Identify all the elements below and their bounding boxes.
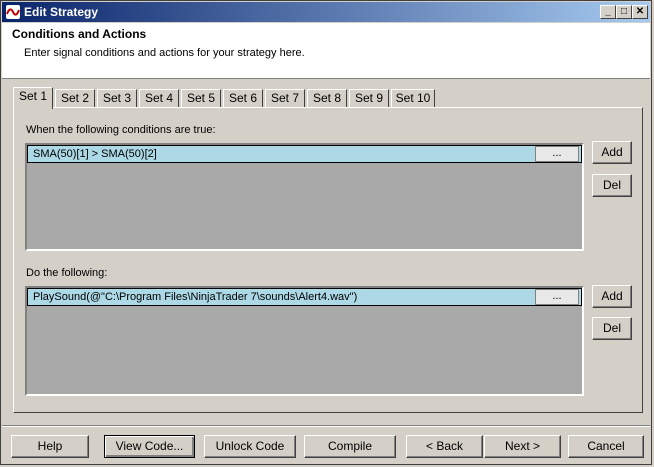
- compile-button[interactable]: Compile: [304, 435, 396, 458]
- set-1-panel: When the following conditions are true: …: [13, 107, 643, 413]
- cancel-button[interactable]: Cancel: [568, 435, 644, 458]
- next-button[interactable]: Next >: [484, 435, 561, 458]
- close-button[interactable]: ✕: [632, 5, 648, 19]
- title-bar[interactable]: Edit Strategy _ □ ✕: [2, 2, 650, 22]
- tab-set-1[interactable]: Set 1: [13, 87, 53, 109]
- action-row[interactable]: PlaySound(@"C:\Program Files\NinjaTrader…: [27, 288, 582, 306]
- tab-set-2[interactable]: Set 2: [55, 89, 95, 108]
- window-title: Edit Strategy: [24, 5, 99, 19]
- tab-set-9[interactable]: Set 9: [349, 89, 389, 108]
- unlock-code-button[interactable]: Unlock Code: [204, 435, 296, 458]
- add-action-button[interactable]: Add: [592, 285, 632, 308]
- del-condition-button[interactable]: Del: [592, 174, 632, 197]
- tab-set-5[interactable]: Set 5: [181, 89, 221, 108]
- page-subtitle: Enter signal conditions and actions for …: [24, 47, 305, 59]
- maximize-button[interactable]: □: [616, 5, 632, 19]
- minimize-button[interactable]: _: [600, 5, 616, 19]
- back-button[interactable]: < Back: [406, 435, 483, 458]
- tab-set-10[interactable]: Set 10: [391, 89, 435, 108]
- view-code-button[interactable]: View Code...: [104, 435, 195, 458]
- conditions-label: When the following conditions are true:: [26, 124, 216, 136]
- add-condition-button[interactable]: Add: [592, 141, 632, 164]
- ninjatrader-app-icon: [6, 5, 20, 19]
- del-action-button[interactable]: Del: [592, 317, 632, 340]
- edit-strategy-window: Edit Strategy _ □ ✕ Conditions and Actio…: [0, 0, 652, 465]
- help-button[interactable]: Help: [11, 435, 89, 458]
- tab-set-4[interactable]: Set 4: [139, 89, 179, 108]
- tab-set-6[interactable]: Set 6: [223, 89, 263, 108]
- condition-row[interactable]: SMA(50)[1] > SMA(50)[2] ...: [27, 145, 582, 163]
- actions-label: Do the following:: [26, 267, 108, 279]
- action-ellipsis-button[interactable]: ...: [535, 289, 579, 305]
- condition-ellipsis-button[interactable]: ...: [535, 146, 579, 162]
- action-text: PlaySound(@"C:\Program Files\NinjaTrader…: [33, 291, 358, 303]
- conditions-list[interactable]: SMA(50)[1] > SMA(50)[2] ...: [25, 143, 584, 251]
- footer-divider: [2, 425, 650, 427]
- condition-text: SMA(50)[1] > SMA(50)[2]: [33, 148, 157, 160]
- tab-set-3[interactable]: Set 3: [97, 89, 137, 108]
- tab-set-8[interactable]: Set 8: [307, 89, 347, 108]
- tab-set-7[interactable]: Set 7: [265, 89, 305, 108]
- page-header: Conditions and Actions Enter signal cond…: [2, 23, 650, 79]
- actions-list[interactable]: PlaySound(@"C:\Program Files\NinjaTrader…: [25, 286, 584, 396]
- page-title: Conditions and Actions: [12, 27, 147, 41]
